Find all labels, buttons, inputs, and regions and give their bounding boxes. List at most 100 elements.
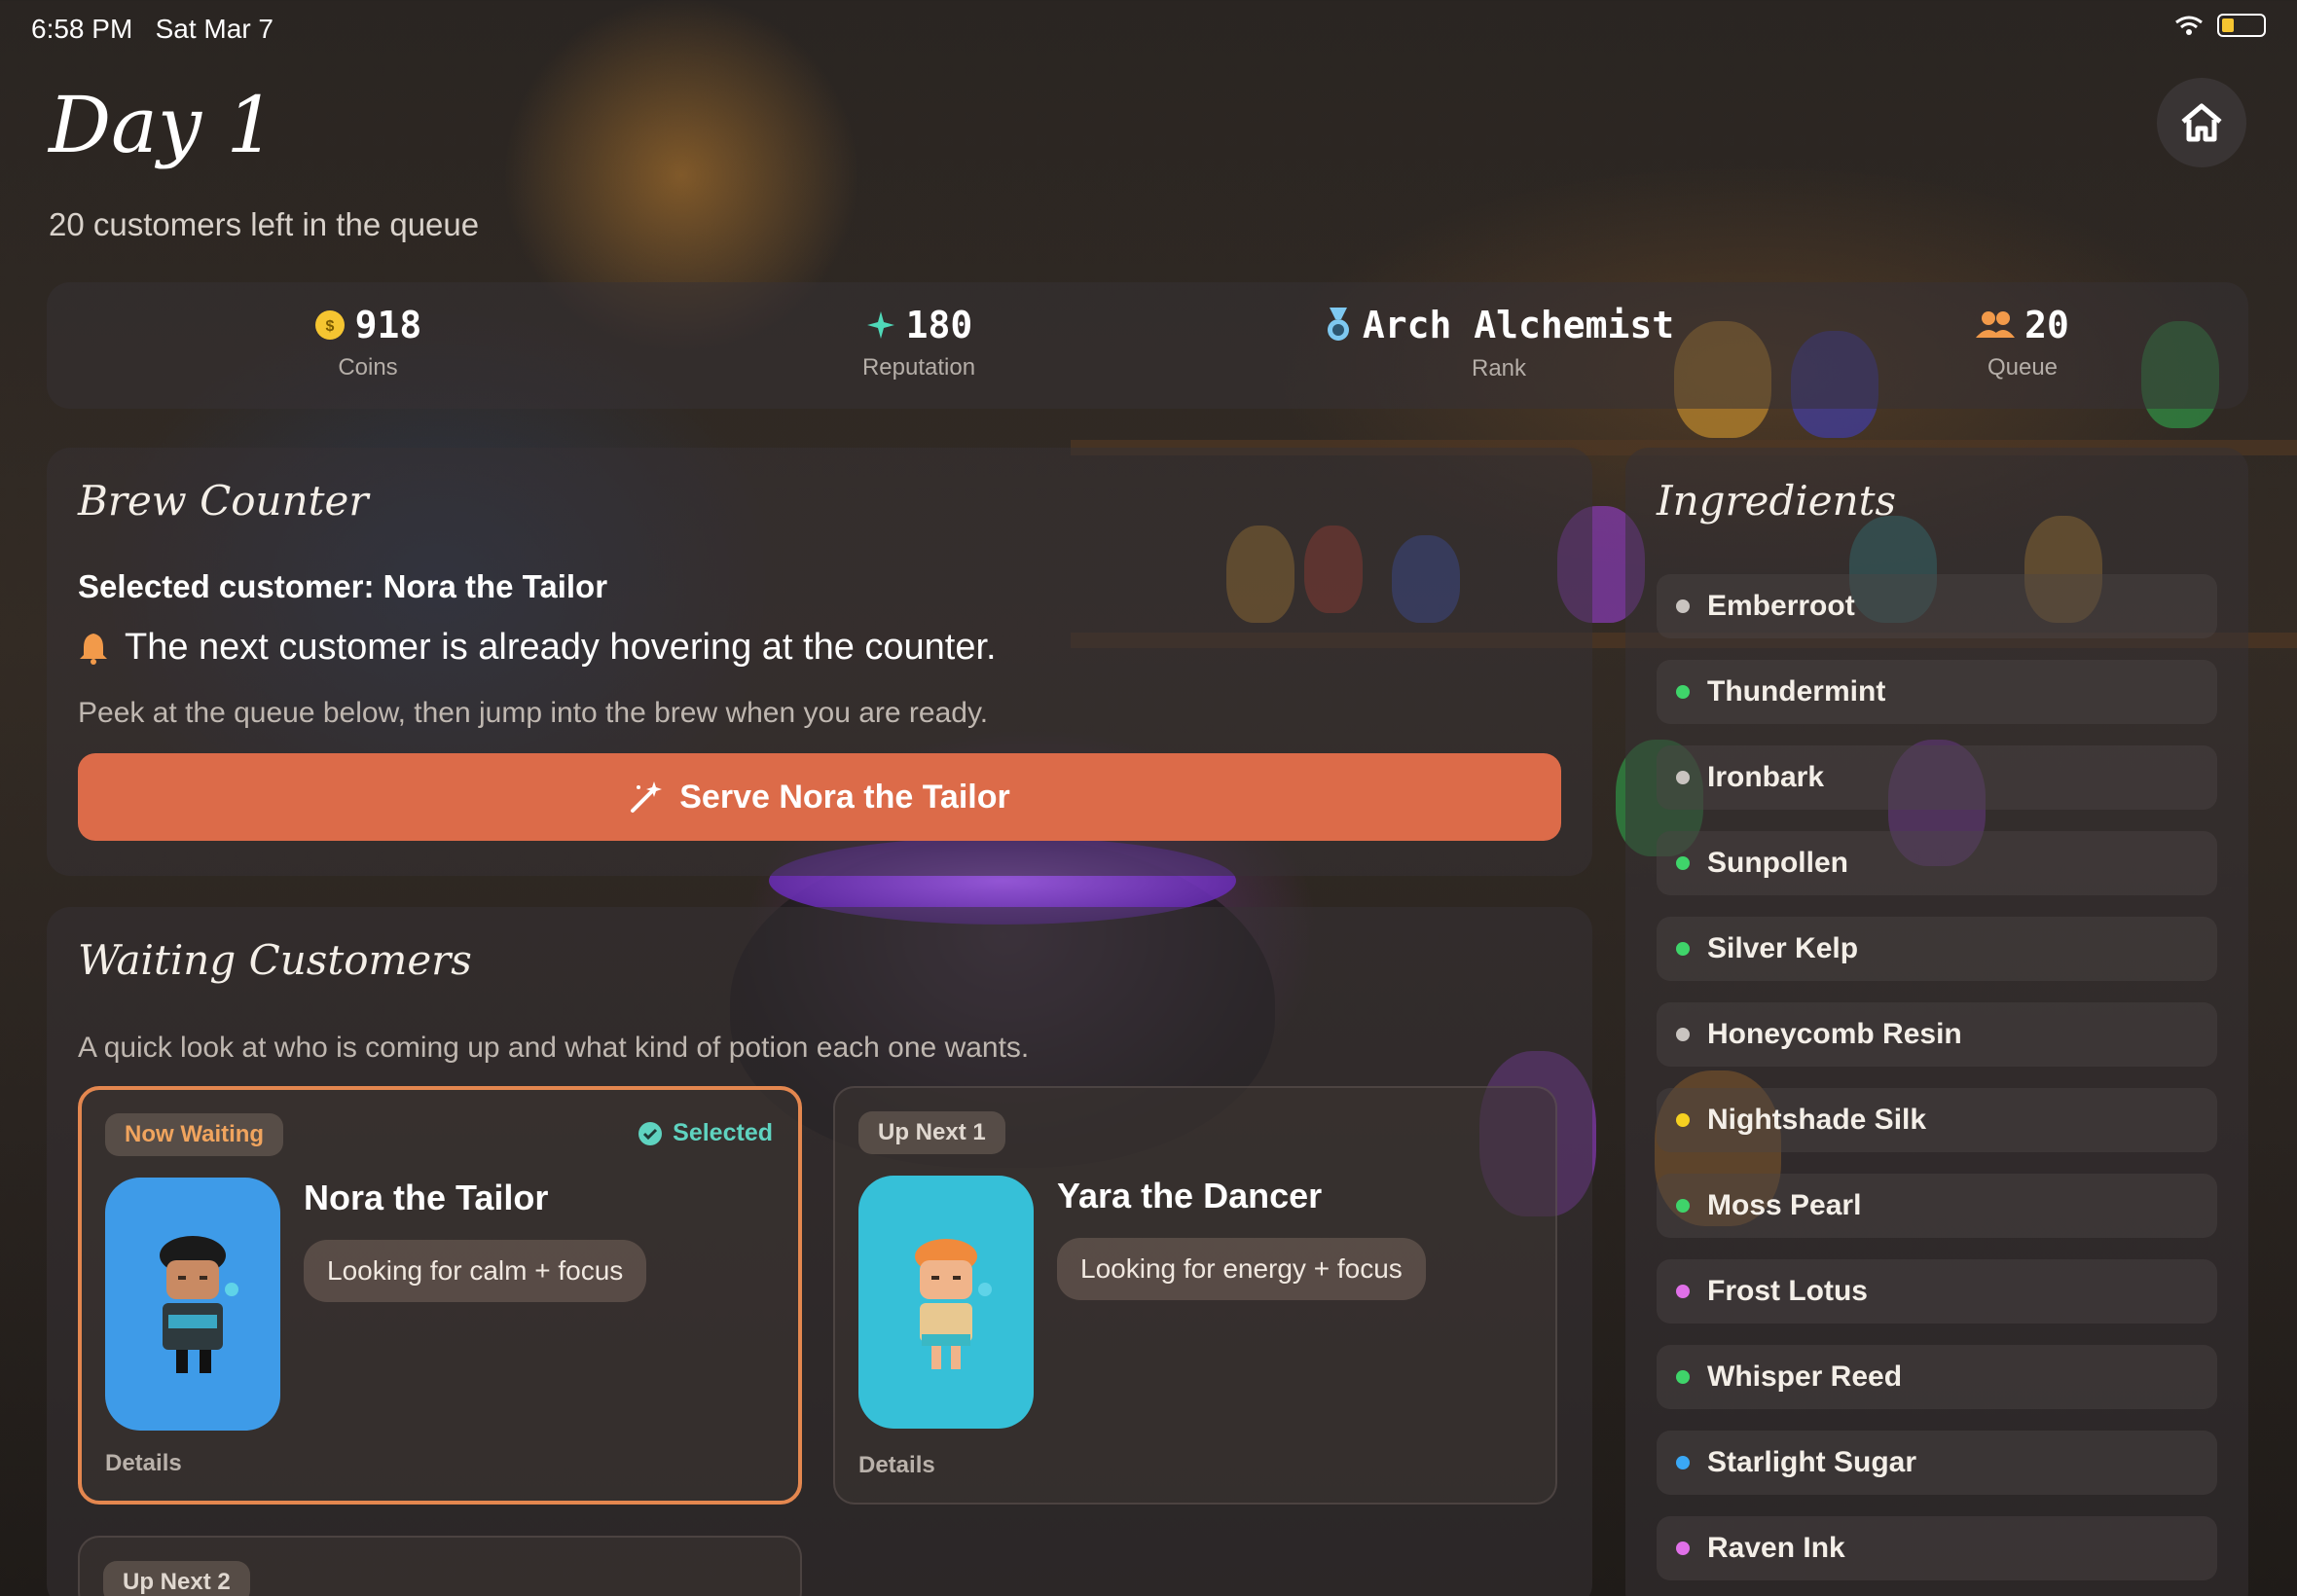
rank-value: Arch Alchemist xyxy=(1362,304,1675,346)
ingredient-item[interactable]: Frost Lotus xyxy=(1657,1259,2217,1324)
stats-bar: $ 918 Coins 180 Reputation Arch Alchemis… xyxy=(47,282,2248,409)
magic-wand-icon xyxy=(631,781,663,813)
ingredient-name: Sunpollen xyxy=(1707,847,1848,879)
customer-name: Nora the Tailor xyxy=(304,1178,549,1217)
avatar xyxy=(105,1178,280,1431)
ingredient-dot-icon xyxy=(1676,856,1690,870)
ingredient-name: Nightshade Silk xyxy=(1707,1104,1927,1136)
ingredient-item[interactable]: Thundermint xyxy=(1657,660,2217,724)
coin-icon: $ xyxy=(314,310,345,340)
ingredient-name: Silver Kelp xyxy=(1707,932,1859,964)
customer-want: Looking for calm + focus xyxy=(304,1240,647,1302)
ingredient-dot-icon xyxy=(1676,1028,1690,1041)
home-button[interactable] xyxy=(2157,78,2246,167)
brew-hint: Peek at the queue below, then jump into … xyxy=(78,697,989,729)
check-circle-icon xyxy=(638,1121,663,1145)
brew-counter-panel: Brew Counter Selected customer: Nora the… xyxy=(47,448,1592,876)
details-link[interactable]: Details xyxy=(105,1450,182,1477)
ingredient-dot-icon xyxy=(1676,942,1690,956)
ingredient-item[interactable]: Starlight Sugar xyxy=(1657,1431,2217,1495)
serve-button-label: Serve Nora the Tailor xyxy=(679,778,1010,816)
status-time: 6:58 PM Sat Mar 7 xyxy=(31,14,273,45)
house-icon xyxy=(2181,103,2222,142)
clock-date: Sat Mar 7 xyxy=(155,14,274,44)
ingredient-item[interactable]: Nightshade Silk xyxy=(1657,1088,2217,1152)
ingredient-item[interactable]: Whisper Reed xyxy=(1657,1345,2217,1409)
ingredient-item[interactable]: Sunpollen xyxy=(1657,831,2217,895)
ingredient-dot-icon xyxy=(1676,1199,1690,1213)
ingredient-item[interactable]: Ironbark xyxy=(1657,745,2217,810)
customer-alert: The next customer is already hovering at… xyxy=(78,627,997,669)
reputation-value: 180 xyxy=(905,304,973,346)
customer-card-next-2[interactable]: Up Next 2 xyxy=(78,1536,802,1596)
ingredient-dot-icon xyxy=(1676,1113,1690,1127)
page-title: Day 1 xyxy=(49,80,276,170)
ingredient-name: Starlight Sugar xyxy=(1707,1446,1917,1478)
ingredient-item[interactable]: Emberroot xyxy=(1657,574,2217,638)
page-subtitle: 20 customers left in the queue xyxy=(49,206,480,242)
dancer-character-icon xyxy=(915,1239,992,1369)
tailor-character-icon xyxy=(160,1236,238,1373)
serve-customer-button[interactable]: Serve Nora the Tailor xyxy=(78,753,1561,841)
ingredient-dot-icon xyxy=(1676,1456,1690,1469)
ingredient-item[interactable]: Moss Pearl xyxy=(1657,1174,2217,1238)
ingredient-item[interactable]: Silver Kelp xyxy=(1657,917,2217,981)
status-bar: 6:58 PM Sat Mar 7 xyxy=(31,14,2266,49)
ingredients-title: Ingredients xyxy=(1657,477,1897,525)
svg-text:$: $ xyxy=(325,318,334,335)
stat-reputation: 180 Reputation xyxy=(724,304,1113,381)
selected-customer-text: Selected customer: Nora the Tailor xyxy=(78,568,608,604)
reputation-label: Reputation xyxy=(861,354,976,381)
waiting-description: A quick look at who is coming up and wha… xyxy=(78,1032,1030,1064)
ingredient-dot-icon xyxy=(1676,1542,1690,1555)
ingredient-dot-icon xyxy=(1676,599,1690,613)
selected-label: Selected xyxy=(673,1119,773,1146)
ingredient-name: Emberroot xyxy=(1707,590,1855,622)
ingredient-name: Thundermint xyxy=(1707,675,1886,707)
customer-name: Yara the Dancer xyxy=(1057,1176,1323,1215)
waiting-customers-panel: Waiting Customers A quick look at who is… xyxy=(47,907,1592,1596)
ingredient-dot-icon xyxy=(1676,771,1690,784)
ingredients-panel: Ingredients Emberroot Thundermint Ironbark… xyxy=(1625,448,2248,1596)
alert-text: The next customer is already hovering at… xyxy=(125,627,997,668)
ingredient-name: Ironbark xyxy=(1707,761,1825,793)
clock-time: 6:58 PM xyxy=(31,14,133,44)
ingredient-item[interactable]: Honeycomb Resin xyxy=(1657,1002,2217,1067)
ingredient-name: Honeycomb Resin xyxy=(1707,1018,1962,1050)
ingredient-name: Whisper Reed xyxy=(1707,1360,1903,1393)
status-badge: Up Next 1 xyxy=(858,1111,1005,1154)
ingredient-name: Moss Pearl xyxy=(1707,1189,1862,1221)
ingredient-list: Emberroot Thundermint Ironbark Sunpollen Sil… xyxy=(1657,574,2217,1596)
stat-rank: Arch Alchemist Rank xyxy=(1226,304,1771,382)
people-icon xyxy=(1976,311,2016,338)
stat-coins: $ 918 Coins xyxy=(173,304,563,381)
bell-icon xyxy=(80,633,107,665)
coins-label: Coins xyxy=(338,354,398,381)
status-icons xyxy=(2174,14,2266,37)
wifi-icon xyxy=(2175,16,2203,35)
avatar xyxy=(858,1176,1034,1429)
queue-label: Queue xyxy=(1987,354,2059,381)
stat-queue: 20 Queue xyxy=(1828,304,2217,381)
waiting-title: Waiting Customers xyxy=(78,936,472,984)
queue-value: 20 xyxy=(2024,304,2069,346)
status-badge: Now Waiting xyxy=(105,1113,284,1156)
ingredient-dot-icon xyxy=(1676,685,1690,699)
medal-icon xyxy=(1327,308,1349,341)
customer-card-nora[interactable]: Now Waiting Selected Nora the Tailor Loo… xyxy=(78,1086,802,1505)
customer-card-yara[interactable]: Up Next 1 Yara the Dancer Looking for en… xyxy=(833,1086,1557,1505)
coins-value: 918 xyxy=(354,304,422,346)
ingredient-dot-icon xyxy=(1676,1370,1690,1384)
customer-want: Looking for energy + focus xyxy=(1057,1238,1426,1300)
rank-label: Rank xyxy=(1471,355,1527,381)
status-badge: Up Next 2 xyxy=(103,1561,250,1596)
battery-icon xyxy=(2217,14,2266,37)
ingredient-item[interactable]: Raven Ink xyxy=(1657,1516,2217,1580)
brew-counter-title: Brew Counter xyxy=(78,477,369,525)
ingredient-name: Raven Ink xyxy=(1707,1532,1845,1564)
ingredient-dot-icon xyxy=(1676,1285,1690,1298)
selected-tag: Selected xyxy=(638,1119,773,1147)
ingredient-name: Frost Lotus xyxy=(1707,1275,1868,1307)
details-link[interactable]: Details xyxy=(858,1452,935,1479)
sparkle-icon xyxy=(866,311,894,339)
